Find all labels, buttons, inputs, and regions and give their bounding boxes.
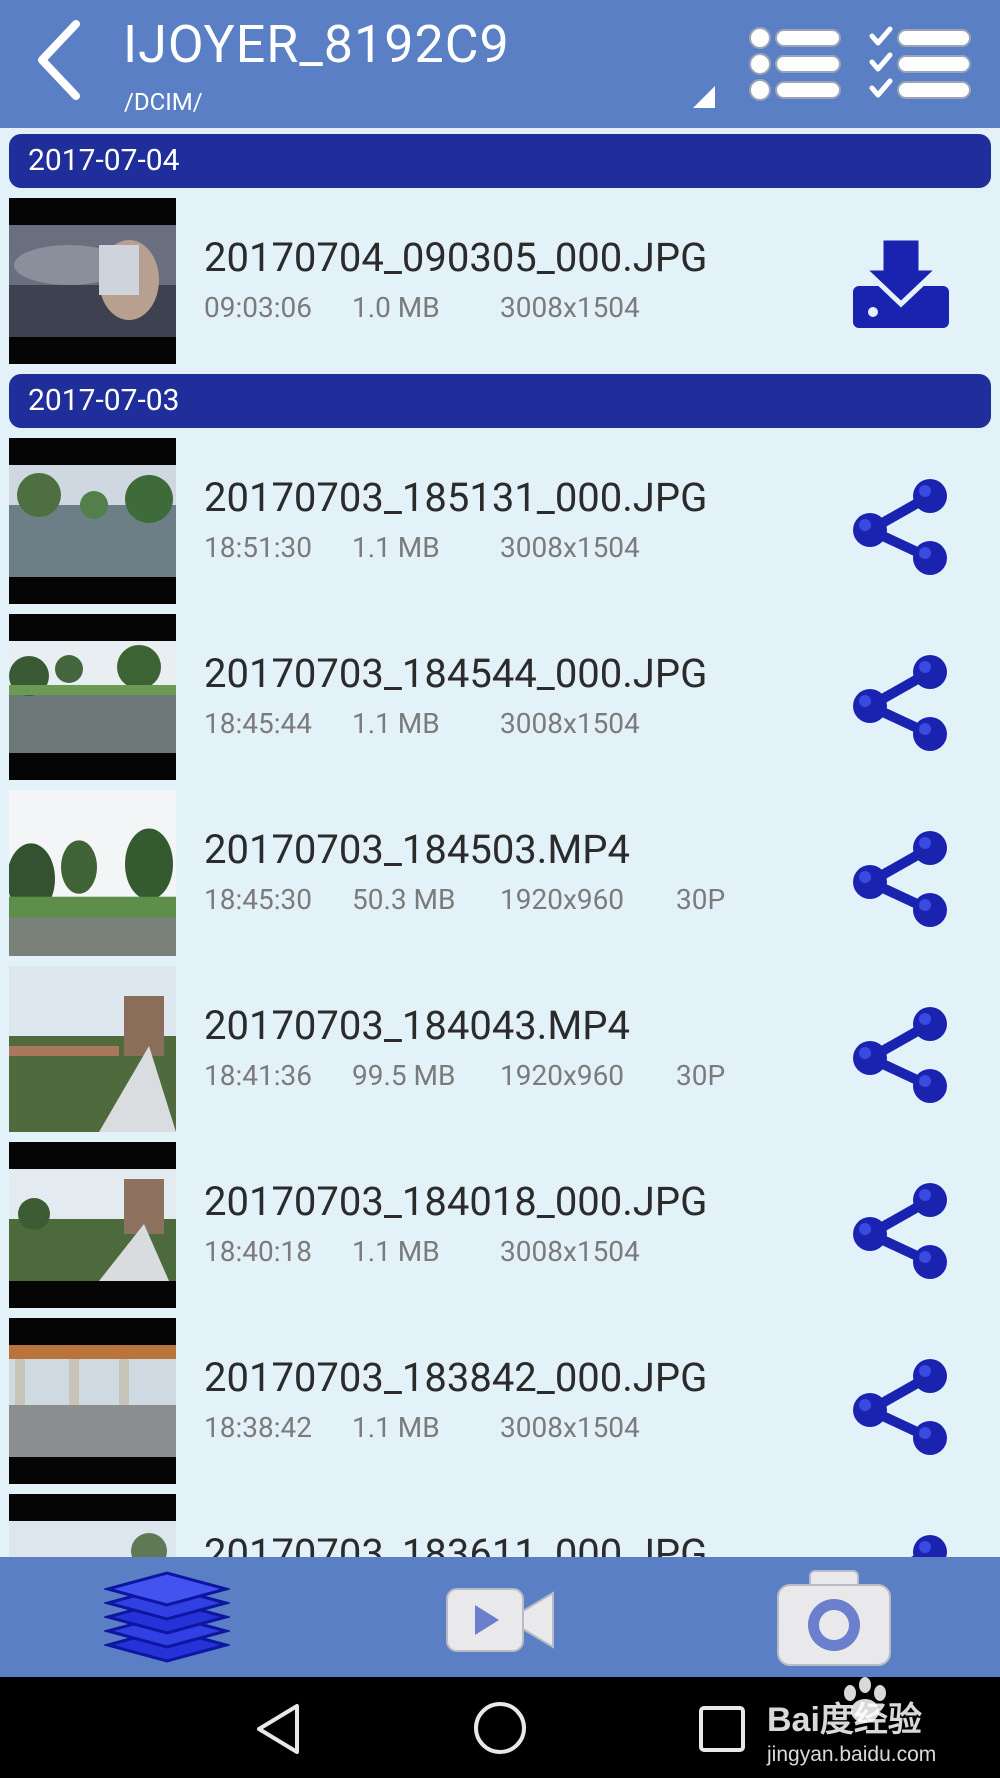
page-title: IJOYER_8192C9 bbox=[123, 14, 510, 75]
file-size: 1.1 MB bbox=[352, 1411, 440, 1444]
nav-back-button[interactable] bbox=[253, 1702, 303, 1756]
share-icon bbox=[853, 831, 947, 927]
watermark-brand: Bai度经验 bbox=[767, 1700, 922, 1739]
file-row[interactable]: 20170703_183611_000.JPG bbox=[0, 1494, 1000, 1557]
file-size: 1.1 MB bbox=[352, 531, 440, 564]
file-size: 1.1 MB bbox=[352, 707, 440, 740]
file-time: 18:45:30 bbox=[204, 883, 312, 916]
select-mode-button[interactable] bbox=[868, 24, 974, 104]
share-button[interactable] bbox=[845, 1354, 955, 1464]
file-row[interactable]: 20170704_090305_000.JPG 09:03:06 1.0 MB … bbox=[0, 198, 1000, 368]
file-name: 20170703_183611_000.JPG bbox=[204, 1530, 708, 1557]
file-row[interactable]: 20170703_185131_000.JPG 18:51:30 1.1 MB … bbox=[0, 438, 1000, 608]
share-button[interactable] bbox=[845, 474, 955, 584]
file-time: 18:51:30 bbox=[204, 531, 312, 564]
share-icon bbox=[911, 1535, 947, 1557]
file-framerate: 30P bbox=[676, 883, 726, 916]
file-resolution: 3008x1504 bbox=[500, 1411, 640, 1444]
file-resolution: 1920x960 bbox=[500, 883, 625, 916]
share-button[interactable] bbox=[845, 826, 955, 936]
file-size: 1.1 MB bbox=[352, 1235, 440, 1268]
file-row[interactable]: 20170703_184503.MP4 18:45:30 50.3 MB 192… bbox=[0, 790, 1000, 960]
file-name: 20170704_090305_000.JPG bbox=[204, 234, 708, 281]
file-thumbnail bbox=[9, 1318, 176, 1484]
path-dropdown-button[interactable] bbox=[693, 86, 715, 108]
nav-home-circle-icon bbox=[474, 1702, 526, 1754]
file-thumbnail bbox=[9, 614, 176, 780]
bottom-toolbar bbox=[0, 1557, 1000, 1677]
file-size: 1.0 MB bbox=[352, 291, 440, 324]
video-tab-button[interactable] bbox=[445, 1585, 555, 1655]
photo-tab-button[interactable] bbox=[776, 1567, 892, 1667]
file-name: 20170703_183842_000.JPG bbox=[204, 1354, 708, 1401]
file-name: 20170703_184544_000.JPG bbox=[204, 650, 708, 697]
video-camera-icon bbox=[446, 1588, 554, 1652]
folder-path: /DCIM/ bbox=[124, 88, 203, 116]
baidu-watermark: Bai度经验 jingyan.baidu.com bbox=[765, 1673, 965, 1773]
share-button[interactable] bbox=[845, 1530, 955, 1557]
file-name: 20170703_184043.MP4 bbox=[204, 1002, 630, 1049]
file-framerate: 30P bbox=[676, 1059, 726, 1092]
date-group-header: 2017-07-03 bbox=[9, 374, 991, 428]
dropdown-triangle-icon bbox=[693, 86, 715, 108]
file-resolution: 1920x960 bbox=[500, 1059, 625, 1092]
share-icon bbox=[853, 479, 947, 575]
file-time: 18:45:44 bbox=[204, 707, 312, 740]
file-thumbnail bbox=[9, 198, 176, 364]
stacked-layers-icon bbox=[102, 1571, 232, 1663]
app-header: IJOYER_8192C9 /DCIM/ bbox=[0, 0, 1000, 131]
nav-recents-square-icon bbox=[699, 1706, 745, 1752]
share-icon bbox=[853, 655, 947, 751]
download-icon bbox=[853, 235, 949, 328]
file-row[interactable]: 20170703_183842_000.JPG 18:38:42 1.1 MB … bbox=[0, 1318, 1000, 1488]
gallery-tab-button[interactable] bbox=[102, 1569, 232, 1673]
file-name: 20170703_184018_000.JPG bbox=[204, 1178, 708, 1225]
file-thumbnail bbox=[9, 438, 176, 604]
download-button[interactable] bbox=[845, 234, 955, 344]
file-thumbnail bbox=[9, 1142, 176, 1308]
file-resolution: 3008x1504 bbox=[500, 707, 640, 740]
nav-back-triangle-icon bbox=[257, 1704, 299, 1754]
file-list[interactable]: 2017-07-04 20170704_090305_000.JPG 09:03… bbox=[0, 131, 1000, 1557]
share-button[interactable] bbox=[845, 650, 955, 760]
file-resolution: 3008x1504 bbox=[500, 291, 640, 324]
share-icon bbox=[853, 1183, 947, 1279]
file-size: 99.5 MB bbox=[352, 1059, 456, 1092]
file-resolution: 3008x1504 bbox=[500, 531, 640, 564]
file-thumbnail bbox=[9, 966, 176, 1132]
file-time: 09:03:06 bbox=[204, 291, 312, 324]
watermark-url: jingyan.baidu.com bbox=[766, 1743, 936, 1766]
share-button[interactable] bbox=[845, 1002, 955, 1112]
file-time: 18:41:36 bbox=[204, 1059, 312, 1092]
share-button[interactable] bbox=[845, 1178, 955, 1288]
file-row[interactable]: 20170703_184018_000.JPG 18:40:18 1.1 MB … bbox=[0, 1142, 1000, 1312]
list-view-button[interactable] bbox=[748, 24, 844, 104]
chevron-left-icon bbox=[38, 20, 80, 100]
file-thumbnail bbox=[9, 790, 176, 956]
file-time: 18:40:18 bbox=[204, 1235, 312, 1268]
file-name: 20170703_185131_000.JPG bbox=[204, 474, 708, 521]
photo-camera-icon bbox=[777, 1570, 891, 1666]
file-thumbnail bbox=[9, 1494, 176, 1557]
checklist-select-icon bbox=[869, 26, 971, 99]
file-row[interactable]: 20170703_184544_000.JPG 18:45:44 1.1 MB … bbox=[0, 614, 1000, 784]
share-icon bbox=[853, 1007, 947, 1103]
file-size: 50.3 MB bbox=[352, 883, 456, 916]
file-name: 20170703_184503.MP4 bbox=[204, 826, 630, 873]
file-resolution: 3008x1504 bbox=[500, 1235, 640, 1268]
nav-recents-button[interactable] bbox=[697, 1704, 747, 1754]
list-view-icon bbox=[749, 27, 841, 101]
share-icon bbox=[853, 1359, 947, 1455]
file-row[interactable]: 20170703_184043.MP4 18:41:36 99.5 MB 192… bbox=[0, 966, 1000, 1136]
nav-home-button[interactable] bbox=[472, 1700, 528, 1756]
date-group-header: 2017-07-04 bbox=[9, 134, 991, 188]
file-time: 18:38:42 bbox=[204, 1411, 312, 1444]
back-button[interactable] bbox=[30, 18, 90, 102]
